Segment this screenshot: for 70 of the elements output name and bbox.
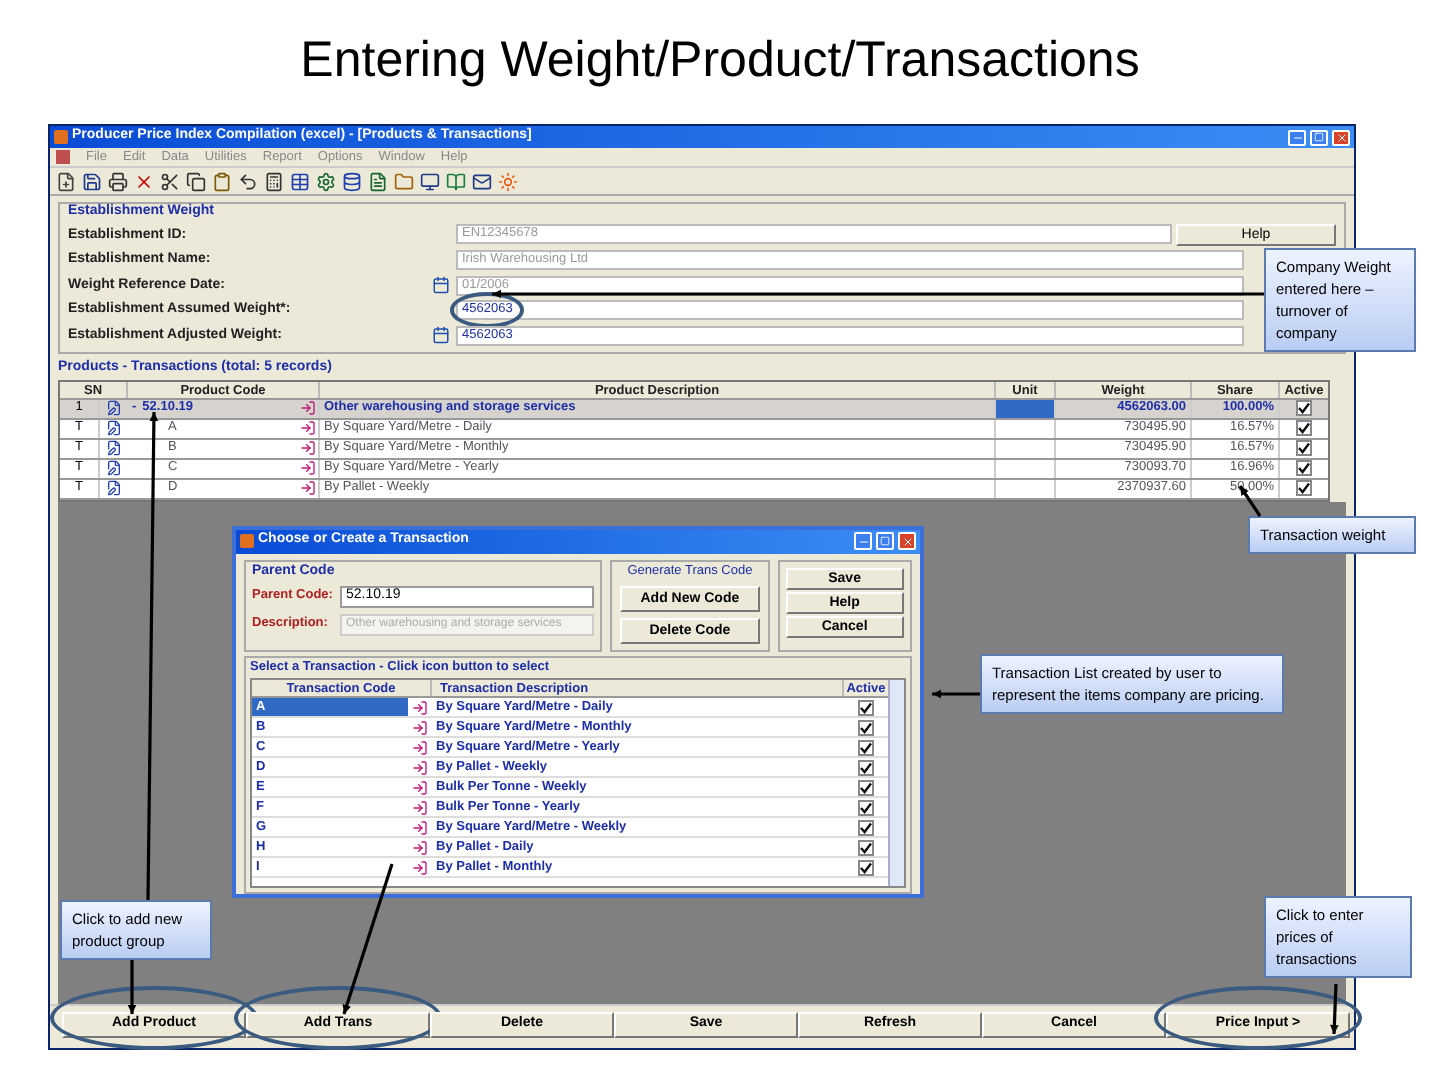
- new-file-icon[interactable]: [56, 171, 76, 191]
- close-button[interactable]: [1332, 129, 1350, 145]
- book-icon[interactable]: [446, 171, 466, 191]
- select-icon[interactable]: [299, 420, 315, 436]
- leader-line: [127, 960, 137, 1014]
- checkbox[interactable]: [858, 719, 874, 735]
- minimize-button[interactable]: [1288, 129, 1306, 145]
- close-icon: [901, 535, 913, 547]
- select-icon[interactable]: [412, 779, 428, 795]
- select-icon[interactable]: [299, 480, 315, 496]
- select-icon[interactable]: [412, 739, 428, 755]
- edit-icon[interactable]: [106, 460, 122, 476]
- minimize-icon: [1291, 131, 1303, 143]
- checkbox[interactable]: [858, 859, 874, 875]
- select-icon[interactable]: [412, 759, 428, 775]
- undo-icon[interactable]: [238, 171, 258, 191]
- close-icon[interactable]: [134, 171, 154, 191]
- edit-icon[interactable]: [106, 420, 122, 436]
- slide-title: Entering Weight/Product/Transactions: [300, 30, 1140, 93]
- table-icon[interactable]: [290, 171, 310, 191]
- scrollbar[interactable]: [888, 680, 904, 885]
- app-icon: [240, 534, 254, 548]
- calendar-icon[interactable]: [431, 326, 449, 345]
- database-icon[interactable]: [342, 171, 362, 191]
- checkbox[interactable]: [1296, 420, 1312, 436]
- select-icon[interactable]: [412, 699, 428, 715]
- checkbox[interactable]: [1296, 400, 1312, 416]
- calculator-icon[interactable]: [264, 171, 284, 191]
- checkbox[interactable]: [858, 839, 874, 855]
- maximize-icon: [880, 536, 890, 546]
- copy-icon[interactable]: [186, 171, 206, 191]
- minimize-button[interactable]: [854, 532, 872, 550]
- select-icon[interactable]: [412, 839, 428, 855]
- checkbox[interactable]: [858, 699, 874, 715]
- edit-icon[interactable]: [106, 480, 122, 496]
- select-icon[interactable]: [412, 859, 428, 875]
- save-icon[interactable]: [82, 171, 102, 191]
- select-icon[interactable]: [299, 400, 315, 416]
- checkbox[interactable]: [858, 739, 874, 755]
- scissors-icon[interactable]: [160, 171, 180, 191]
- checkbox[interactable]: [1296, 460, 1312, 476]
- maximize-icon: [1314, 132, 1324, 142]
- select-icon[interactable]: [412, 819, 428, 835]
- select-icon[interactable]: [412, 799, 428, 815]
- checkbox[interactable]: [858, 759, 874, 775]
- maximize-button[interactable]: [1310, 129, 1328, 145]
- close-button[interactable]: [898, 532, 916, 550]
- select-icon[interactable]: [299, 460, 315, 476]
- checkbox[interactable]: [858, 819, 874, 835]
- settings-icon[interactable]: [316, 171, 336, 191]
- printer-icon[interactable]: [108, 171, 128, 191]
- maximize-button[interactable]: [876, 532, 894, 550]
- leader-line: [932, 689, 980, 699]
- edit-icon[interactable]: [106, 400, 122, 416]
- select-icon[interactable]: [299, 440, 315, 456]
- edit-icon[interactable]: [106, 440, 122, 456]
- checkbox[interactable]: [858, 779, 874, 795]
- checkbox[interactable]: [1296, 440, 1312, 456]
- folder-icon[interactable]: [394, 171, 414, 191]
- checkbox[interactable]: [858, 799, 874, 815]
- monitor-icon[interactable]: [420, 171, 440, 191]
- clipboard-icon[interactable]: [212, 171, 232, 191]
- close-icon: [1335, 131, 1347, 143]
- mail-icon[interactable]: [472, 171, 492, 191]
- checkbox[interactable]: [1296, 480, 1312, 496]
- calendar-icon[interactable]: [431, 276, 449, 295]
- app-icon: [54, 130, 68, 144]
- leader-line: [1330, 983, 1339, 1035]
- select-icon[interactable]: [412, 719, 428, 735]
- minimize-icon: [857, 536, 869, 548]
